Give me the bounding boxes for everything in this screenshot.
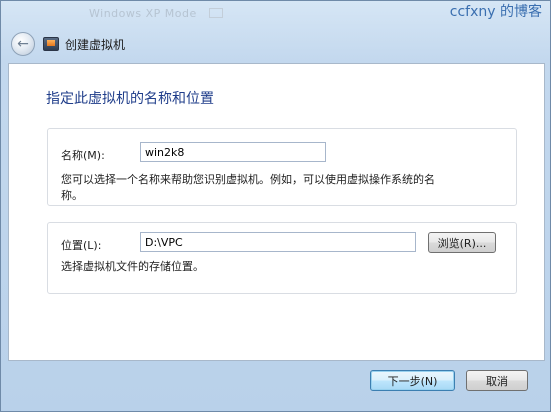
page-heading: 指定此虚拟机的名称和位置: [46, 91, 214, 107]
location-input[interactable]: [140, 232, 416, 252]
back-arrow-icon: ←: [17, 36, 29, 52]
wizard-content-panel: 指定此虚拟机的名称和位置 名称(M): 您可以选择一个名称来帮助您识别虚拟机。例…: [8, 63, 545, 361]
name-help-line2: 称。: [61, 189, 83, 202]
next-button[interactable]: 下一步(N): [370, 370, 455, 391]
background-window-box: [208, 8, 223, 18]
name-group: 名称(M): 您可以选择一个名称来帮助您识别虚拟机。例如，可以使用虚拟操作系统的…: [47, 128, 517, 206]
location-label: 位置(L):: [61, 239, 102, 252]
create-vm-wizard-window: Windows XP Mode ccfxny 的博客 ← 创建虚拟机 指定此虚拟…: [0, 0, 551, 412]
location-group: 位置(L): 浏览(R)... 选择虚拟机文件的存储位置。: [47, 222, 517, 294]
name-help-line1: 您可以选择一个名称来帮助您识别虚拟机。例如，可以使用虚拟操作系统的名: [61, 173, 435, 186]
wizard-header: ← 创建虚拟机: [1, 27, 550, 63]
watermark: ccfxny 的博客: [449, 4, 542, 20]
background-window-title-text: Windows XP Mode: [89, 6, 197, 20]
cancel-button[interactable]: 取消: [466, 370, 528, 391]
wizard-title: 创建虚拟机: [65, 38, 126, 52]
background-window-title: Windows XP Mode: [89, 3, 223, 23]
browse-button[interactable]: 浏览(R)...: [428, 232, 496, 253]
name-label: 名称(M):: [61, 149, 105, 162]
virtual-pc-icon: [43, 37, 59, 51]
location-help: 选择虚拟机文件的存储位置。: [61, 260, 204, 273]
name-input[interactable]: [140, 142, 326, 162]
back-button[interactable]: ←: [11, 32, 35, 56]
